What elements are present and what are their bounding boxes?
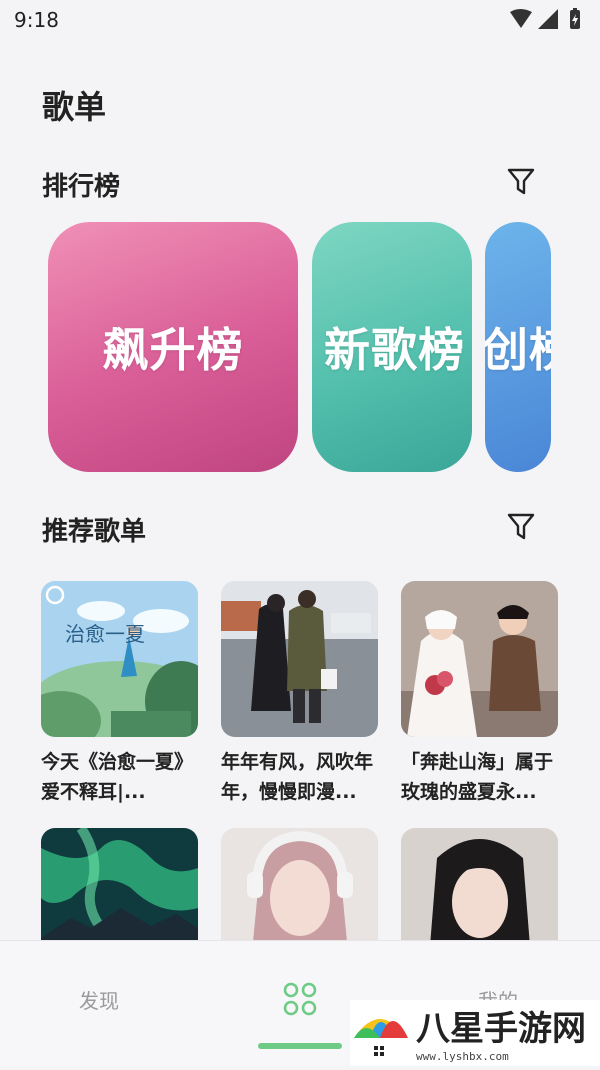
playlist-cover [401, 581, 558, 737]
playlist-title: 年年有风，风吹年年，慢慢即漫... [221, 751, 374, 803]
playlist-item[interactable]: 「奔赴山海」属于玫瑰的盛夏永... [401, 581, 559, 807]
playlist-title: 「奔赴山海」属于玫瑰的盛夏永... [401, 751, 554, 803]
rank-card-original[interactable]: 原创榜 [485, 222, 551, 472]
cover-art-text: 治愈一夏 [65, 622, 145, 646]
nav-active-indicator [258, 1043, 342, 1049]
playlist-item[interactable]: 治愈一夏 今天《治愈一夏》爱不释耳|... [41, 581, 199, 807]
playlist-title: 今天《治愈一夏》爱不释耳|... [41, 751, 194, 803]
rank-card-label: 飙升榜 [102, 323, 244, 377]
playlist-item[interactable]: 年年有风，风吹年年，慢慢即漫... [221, 581, 379, 807]
rank-card-soaring[interactable]: 飙升榜 [48, 222, 298, 472]
page-title: 歌单 [42, 88, 107, 126]
watermark: 八星手游网 www.lyshbx.com [350, 1000, 600, 1066]
playlist-cover [221, 581, 378, 737]
ranking-filter-icon[interactable] [504, 164, 538, 198]
watermark-url: www.lyshbx.com [416, 1050, 509, 1063]
rank-card-label: 新歌榜 [324, 323, 465, 377]
recommended-section-title: 推荐歌单 [42, 517, 147, 547]
recommended-filter-icon[interactable] [504, 509, 538, 543]
nav-tab-playlists-grid-icon[interactable] [282, 981, 318, 1017]
rank-card-label: 原创榜 [485, 323, 551, 377]
status-icons [510, 8, 580, 29]
watermark-logo: 八星手游网 www.lyshbx.com [354, 1009, 586, 1063]
rank-card-new-songs[interactable]: 新歌榜 [312, 222, 472, 472]
nav-tab-discover[interactable]: 发现 [79, 985, 119, 1014]
ranking-section-title: 排行榜 [42, 172, 121, 202]
signal-icon [538, 9, 558, 29]
watermark-text: 八星手游网 [416, 1009, 586, 1049]
playlist-cover: 治愈一夏 [41, 581, 198, 737]
wifi-icon [510, 9, 532, 28]
status-bar: 9:18 [0, 0, 600, 40]
status-time: 9:18 [14, 8, 59, 32]
